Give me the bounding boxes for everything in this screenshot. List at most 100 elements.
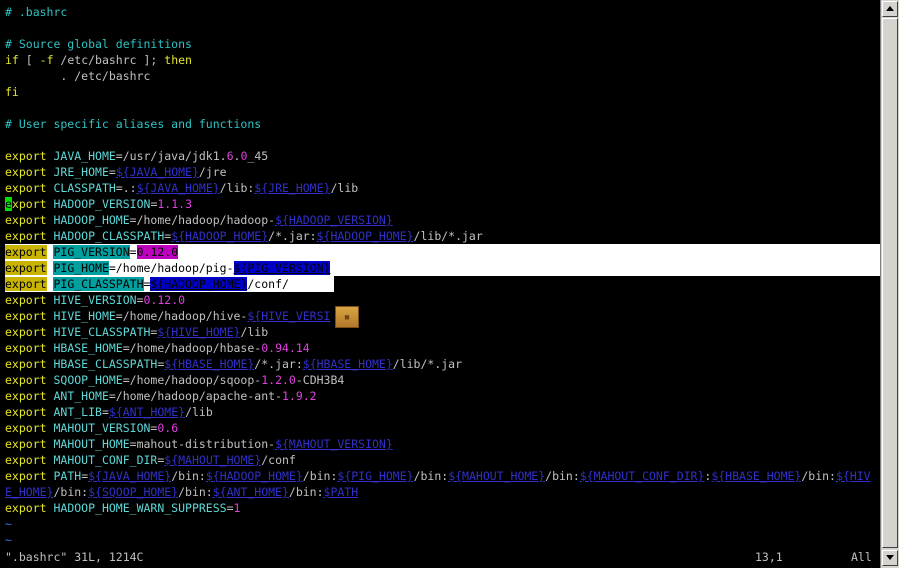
editor-line[interactable]: export HIVE_VERSION=0.12.0 [5, 292, 185, 308]
syntax-token: PIG_CLASSPATH [53, 277, 144, 291]
syntax-token: . /etc/bashrc [5, 69, 151, 83]
scrollbar-thumb[interactable] [882, 18, 898, 548]
editor-line[interactable]: # User specific aliases and functions [5, 116, 261, 132]
syntax-token: ${HBASE_HOME} [711, 469, 802, 483]
syntax-token: ${HADOOP_HOME} [171, 229, 269, 243]
editor-line[interactable]: export CLASSPATH=.:${JAVA_HOME}/lib:${JR… [5, 180, 358, 196]
editor-line[interactable]: export HBASE_HOME=/home/hadoop/hbase-0.9… [5, 340, 310, 356]
syntax-token: fi [5, 85, 19, 99]
syntax-token: /bin: [288, 485, 324, 499]
editor-line[interactable]: ~ [5, 516, 12, 532]
arrow-up-icon [886, 6, 894, 11]
editor-line[interactable]: export HADOOP_CLASSPATH=${HADOOP_HOME}/*… [5, 228, 483, 244]
terminal-window[interactable]: # .bashrc # Source global definitions if [… [0, 0, 881, 568]
syntax-token: /bin: [413, 469, 449, 483]
editor-line[interactable]: fi [5, 84, 19, 100]
syntax-token: then [164, 53, 192, 67]
syntax-token: ${SQOOP_HOME} [88, 485, 179, 499]
editor-line[interactable]: E_HOME}/bin:${SQOOP_HOME}/bin:${ANT_HOME… [5, 484, 358, 500]
scroll-down-button[interactable] [882, 550, 898, 566]
editor-line[interactable]: export HADOOP_HOME=/home/hadoop/hadoop-$… [5, 212, 393, 228]
ime-tooltip-glyph: ▦ [344, 313, 350, 321]
syntax-token: ${HBASE_HOME} [164, 357, 255, 371]
arrow-down-icon [886, 555, 894, 560]
syntax-token: /lib [240, 325, 269, 339]
syntax-token: PIG_VERSION [53, 245, 130, 259]
editor-line[interactable]: export ANT_LIB=${ANT_HOME}/lib [5, 404, 213, 420]
editor-line[interactable]: export ANT_HOME=/home/hadoop/apache-ant-… [5, 388, 317, 404]
syntax-token: export [5, 405, 47, 419]
syntax-token: export [5, 341, 47, 355]
editor-line[interactable]: export SQOOP_HOME=/home/hadoop/sqoop-1.2… [5, 372, 344, 388]
syntax-token: /etc/bashrc ]; [53, 53, 165, 67]
syntax-token: ${JAVA_HOME} [88, 469, 172, 483]
syntax-token: export [5, 421, 47, 435]
syntax-token: HIVE_VERSION [53, 293, 137, 307]
syntax-token: MAHOUT_CONF_DIR [53, 453, 158, 467]
editor-line[interactable]: export HADOOP_VERSION=1.1.3 [5, 196, 192, 212]
syntax-token: export [5, 373, 47, 387]
syntax-token: =/home/hadoop/hive- [115, 309, 248, 323]
syntax-token: PIG_HOME [53, 261, 109, 275]
scroll-up-button[interactable] [882, 1, 898, 17]
syntax-token: ANT_HOME [53, 389, 109, 403]
syntax-token: 1.2.0 [261, 373, 296, 387]
editor-line[interactable]: export MAHOUT_VERSION=0.6 [5, 420, 178, 436]
syntax-token: ${HIVE_VERSI [247, 309, 331, 323]
syntax-token: HBASE_CLASSPATH [53, 357, 158, 371]
syntax-token: = [136, 293, 144, 307]
syntax-token: /bin: [171, 469, 206, 483]
editor-line[interactable]: export HBASE_CLASSPATH=${HBASE_HOME}/*.j… [5, 356, 462, 372]
syntax-token: JRE_HOME [53, 165, 109, 179]
editor-line[interactable]: export JAVA_HOME=/usr/java/jdk1.6.0_45 [5, 148, 268, 164]
syntax-token: [ [18, 53, 40, 67]
syntax-token: ${ANT_HOME} [108, 405, 186, 419]
editor-line[interactable]: if [ -f /etc/bashrc ]; then [5, 52, 192, 68]
status-cursor-position: 13,1 [755, 550, 783, 564]
syntax-token: export [5, 245, 47, 259]
editor-line[interactable]: export PIG_HOME=/home/hadoop/pig-${PIG_V… [5, 260, 331, 276]
editor-line[interactable]: export HADOOP_HOME_WARN_SUPPRESS=1 [5, 500, 240, 516]
editor-line[interactable]: export PATH=${JAVA_HOME}/bin:${HADOOP_HO… [5, 468, 871, 484]
text-cursor: e [5, 197, 12, 211]
syntax-token: export [5, 165, 47, 179]
editor-line[interactable]: export MAHOUT_CONF_DIR=${MAHOUT_HOME}/co… [5, 452, 296, 468]
syntax-token: ${MAHOUT_VERSION} [275, 437, 393, 451]
syntax-token: export [5, 277, 47, 291]
syntax-token: export [5, 213, 47, 227]
editor-line[interactable]: export PIG_VERSION=0.12.0 [5, 244, 179, 260]
syntax-token: ${MAHOUT_HOME} [448, 469, 546, 483]
editor-line[interactable]: export PIG_CLASSPATH=${HADOOP_HOME}/conf… [5, 276, 289, 292]
syntax-token: =mahout-distribution- [129, 437, 276, 451]
syntax-token: export [5, 309, 47, 323]
syntax-token: export [5, 229, 47, 243]
syntax-token: 1.9.2 [281, 389, 317, 403]
syntax-token: export [5, 261, 47, 275]
syntax-token: /bin: [801, 469, 836, 483]
syntax-token: 0.94.14 [261, 341, 310, 355]
editor-line[interactable]: export JRE_HOME=${JAVA_HOME}/jre [5, 164, 227, 180]
syntax-token: /jre [198, 165, 227, 179]
syntax-token: = [108, 165, 116, 179]
editor-line[interactable]: # .bashrc [5, 4, 67, 20]
syntax-token: $PATH [323, 485, 359, 499]
syntax-token: if [5, 53, 19, 67]
syntax-token: SQOOP_HOME [53, 373, 123, 387]
editor-line[interactable]: # Source global definitions [5, 36, 192, 52]
editor-line[interactable]: export HIVE_CLASSPATH=${HIVE_HOME}/lib [5, 324, 268, 340]
syntax-token: =/home/hadoop/pig- [108, 261, 234, 275]
syntax-token: ${HBASE_HOME} [302, 357, 393, 371]
vertical-scrollbar[interactable] [880, 0, 899, 568]
syntax-token: =/home/hadoop/hbase- [122, 341, 262, 355]
syntax-token: HIVE_CLASSPATH [53, 325, 151, 339]
editor-line[interactable]: export HIVE_HOME=/home/hadoop/hive-${HIV… [5, 308, 330, 324]
syntax-token: -CDH3B4 [295, 373, 345, 387]
syntax-token: HADOOP_CLASSPATH [53, 229, 165, 243]
editor-line[interactable]: export MAHOUT_HOME=mahout-distribution-$… [5, 436, 393, 452]
editor-line[interactable]: ~ [5, 532, 12, 548]
syntax-token: # User specific aliases and functions [5, 117, 262, 131]
syntax-token: HADOOP_VERSION [53, 197, 151, 211]
syntax-token: xport [11, 197, 47, 211]
syntax-token: CLASSPATH [53, 181, 116, 195]
editor-line[interactable]: . /etc/bashrc [5, 68, 150, 84]
